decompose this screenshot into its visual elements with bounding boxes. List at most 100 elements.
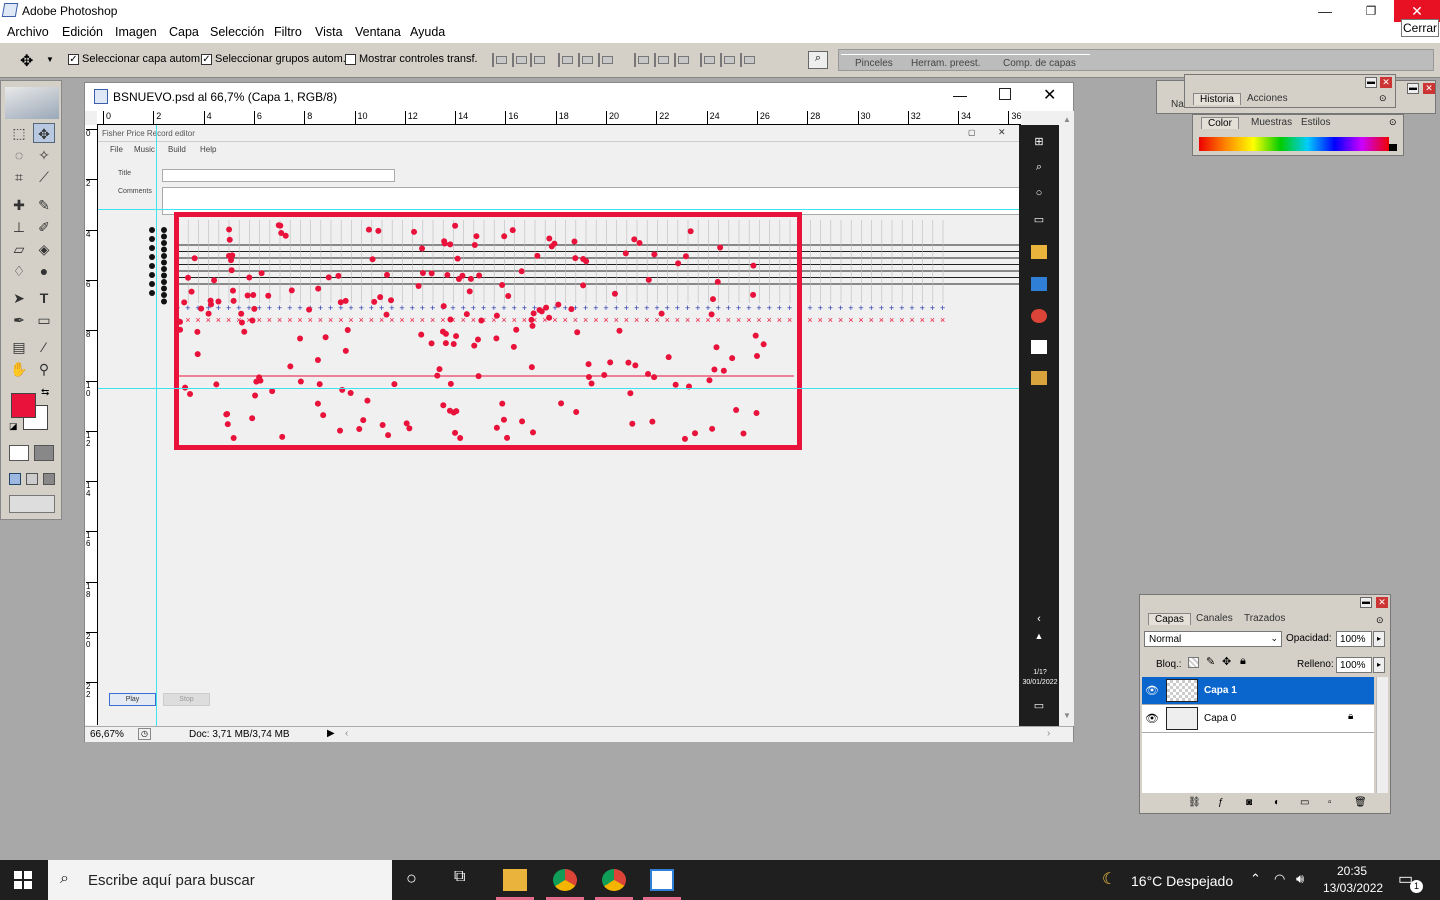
clone-stamp-icon[interactable]: ⊥: [8, 217, 30, 237]
pen-tool-icon[interactable]: ✒: [8, 310, 30, 330]
lock-transparency-icon[interactable]: [1188, 657, 1199, 668]
slice-tool-icon[interactable]: ⟋: [33, 167, 55, 187]
tab-navigator[interactable]: Na: [1171, 99, 1184, 110]
align-left-icon[interactable]: [558, 53, 574, 67]
crop-tool-icon[interactable]: ⌗: [8, 167, 30, 187]
distribute-vcenter-icon[interactable]: [654, 53, 670, 67]
lock-position-icon[interactable]: ✥: [1222, 655, 1231, 668]
layer-mask-icon[interactable]: ◙: [1246, 797, 1252, 808]
align-top-icon[interactable]: [492, 53, 508, 67]
tab-color[interactable]: Color: [1201, 117, 1239, 129]
opacity-field[interactable]: 100%: [1336, 631, 1372, 647]
align-vcenter-icon[interactable]: [512, 53, 528, 67]
tab-layers[interactable]: Capas: [1148, 613, 1191, 625]
foreground-color-swatch[interactable]: [11, 393, 36, 418]
weather-moon-icon[interactable]: ☾: [1102, 869, 1116, 889]
layer-row-capa-1[interactable]: 👁︎ Capa 1: [1142, 677, 1374, 705]
status-preview-icon[interactable]: ◷: [138, 728, 151, 740]
chrome-icon[interactable]: [553, 869, 577, 891]
tab-channels[interactable]: Canales: [1196, 613, 1233, 624]
menu-archivo[interactable]: Archivo: [7, 25, 49, 39]
tab-history[interactable]: Historia: [1193, 93, 1241, 105]
layer-row-capa-0[interactable]: 👁︎ Capa 0 🔒︎: [1142, 705, 1374, 733]
layers-menu-icon[interactable]: ⊙: [1376, 615, 1384, 626]
distribute-top-icon[interactable]: [634, 53, 650, 67]
status-menu-arrow-icon[interactable]: ▶: [327, 728, 335, 739]
cortana-icon[interactable]: ○: [406, 868, 417, 889]
color-ramp-black[interactable]: [1389, 144, 1397, 151]
doc-minimize-button[interactable]: —: [953, 87, 967, 103]
menu-vista[interactable]: Vista: [315, 25, 343, 39]
move-tool-icon[interactable]: ✥: [20, 51, 33, 71]
delete-layer-icon[interactable]: 🗑︎: [1354, 797, 1367, 808]
lasso-tool-icon[interactable]: ◌: [8, 145, 30, 165]
distribute-right-icon[interactable]: [740, 53, 756, 67]
tab-swatches[interactable]: Muestras: [1251, 117, 1292, 128]
type-tool-icon[interactable]: T: [33, 288, 55, 308]
show-transform-checkbox[interactable]: [345, 54, 356, 65]
lock-pixels-icon[interactable]: ✎: [1206, 655, 1215, 668]
new-layer-icon[interactable]: ▫: [1328, 797, 1332, 808]
tab-paths[interactable]: Trazados: [1244, 613, 1285, 624]
history-close-button[interactable]: ✕: [1380, 77, 1392, 88]
healing-brush-icon[interactable]: ✚: [8, 195, 30, 215]
volume-icon[interactable]: 🔊︎: [1296, 871, 1304, 887]
default-colors-icon[interactable]: ◪: [9, 421, 18, 432]
standard-mode-icon[interactable]: [9, 445, 29, 461]
swap-colors-icon[interactable]: ⇆: [41, 387, 49, 398]
hscroll-left-icon[interactable]: ‹: [345, 728, 348, 739]
wifi-icon[interactable]: ◠: [1274, 871, 1285, 887]
quick-mask-icon[interactable]: [34, 445, 54, 461]
screen-mode-standard-icon[interactable]: [9, 473, 21, 485]
layers-scrollbar[interactable]: [1376, 677, 1388, 793]
color-menu-icon[interactable]: ⊙: [1389, 117, 1397, 128]
menu-filtro[interactable]: Filtro: [274, 25, 302, 39]
eraser-tool-icon[interactable]: ▱: [8, 239, 30, 259]
brush-tool-icon[interactable]: ✎: [33, 195, 55, 215]
color-ramp[interactable]: [1199, 137, 1389, 151]
screen-mode-menu-icon[interactable]: [26, 473, 38, 485]
well-tab-tool-presets[interactable]: Herram. preest.: [897, 54, 995, 72]
jump-to-imageready-icon[interactable]: [9, 495, 55, 513]
blur-tool-icon[interactable]: ♢: [8, 261, 30, 281]
file-explorer-icon[interactable]: [503, 869, 527, 891]
history-brush-icon[interactable]: ✐: [33, 217, 55, 237]
photoshop-app-icon[interactable]: [650, 869, 674, 891]
taskbar-search[interactable]: ⌕ Escribe aquí para buscar: [48, 860, 392, 900]
layer-style-icon[interactable]: ƒ: [1218, 797, 1224, 808]
menu-imagen[interactable]: Imagen: [115, 25, 157, 39]
start-icon[interactable]: [14, 871, 32, 889]
bridge-icon[interactable]: ⌕: [808, 51, 828, 69]
link-layers-icon[interactable]: ⛓︎: [1188, 797, 1201, 808]
chevron-up-icon[interactable]: ⌃: [1250, 871, 1261, 887]
layer-name[interactable]: Capa 1: [1204, 685, 1237, 696]
paint-bucket-icon[interactable]: ◈: [33, 239, 55, 259]
adjustment-layer-icon[interactable]: ◐: [1274, 797, 1280, 808]
opacity-slider-icon[interactable]: ▸: [1373, 631, 1385, 647]
fill-slider-icon[interactable]: ▸: [1373, 657, 1385, 673]
history-minimize-button[interactable]: ▬: [1365, 77, 1377, 88]
move-tool-icon[interactable]: ✥: [33, 123, 55, 143]
distribute-left-icon[interactable]: [700, 53, 716, 67]
eyedropper-icon[interactable]: ⁄: [33, 337, 55, 357]
eye-icon[interactable]: 👁︎: [1145, 684, 1159, 697]
zoom-level[interactable]: 66,67%: [90, 729, 124, 740]
navigator-minimize-button[interactable]: ▬: [1407, 83, 1419, 94]
clock-time[interactable]: 20:35: [1337, 864, 1367, 878]
tab-styles[interactable]: Estilos: [1301, 117, 1330, 128]
marquee-tool-icon[interactable]: ⬚: [8, 123, 30, 143]
magic-wand-icon[interactable]: ✧: [33, 145, 55, 165]
menu-seleccion[interactable]: Selección: [210, 25, 264, 39]
distribute-hcenter-icon[interactable]: [720, 53, 736, 67]
fill-field[interactable]: 100%: [1336, 657, 1372, 673]
eye-icon[interactable]: 👁︎: [1145, 712, 1159, 725]
chevron-down-icon[interactable]: ▼: [46, 55, 54, 64]
new-group-icon[interactable]: ▭: [1300, 797, 1309, 808]
menu-ayuda[interactable]: Ayuda: [410, 25, 445, 39]
chrome-profile-icon[interactable]: [602, 869, 626, 891]
tab-actions[interactable]: Acciones: [1247, 93, 1288, 104]
distribute-bottom-icon[interactable]: [674, 53, 690, 67]
doc-maximize-button[interactable]: [999, 88, 1011, 100]
minimize-button[interactable]: —: [1302, 0, 1348, 22]
doc-close-button[interactable]: ✕: [1043, 85, 1056, 105]
